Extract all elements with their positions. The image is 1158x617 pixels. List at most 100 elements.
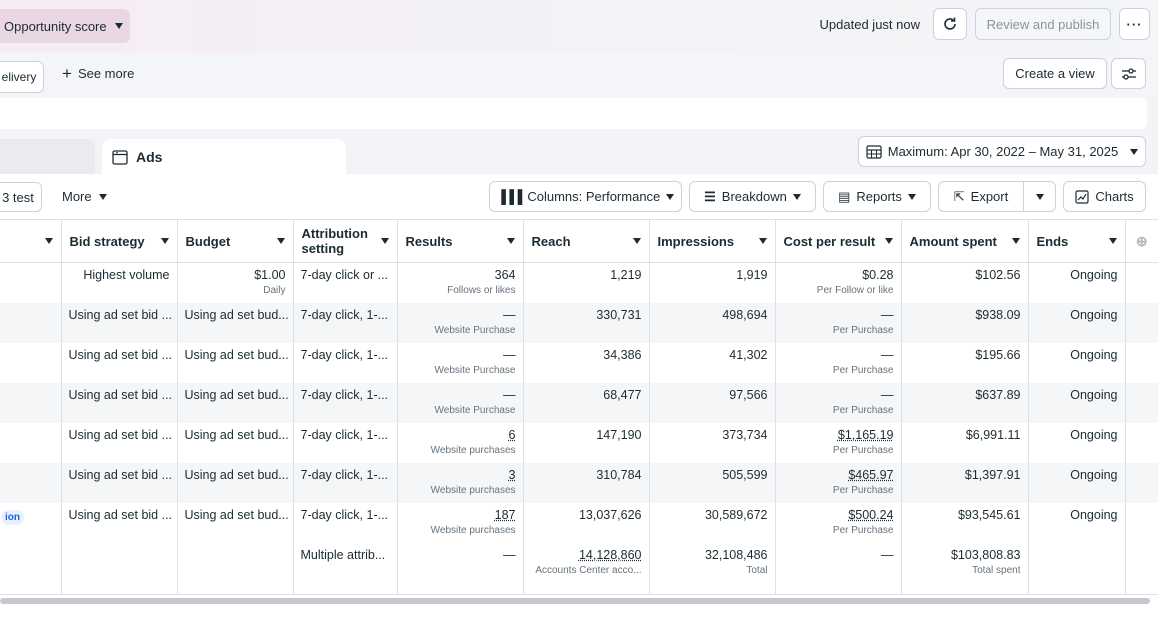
total-amount-spent: $103,808.83 (909, 548, 1021, 562)
table-cell: Ongoing (1028, 303, 1125, 343)
table-row[interactable]: ion Using ad set bid ... Using ad set bud.… (0, 503, 1158, 543)
refresh-icon (942, 16, 958, 32)
attribution-value: 7-day click, 1-... (301, 348, 390, 362)
more-dropdown[interactable]: More (62, 189, 107, 204)
impressions-value: 41,302 (657, 348, 768, 362)
columns-dropdown[interactable]: ▐▐▐ Columns: Performance (489, 181, 682, 212)
date-range-picker[interactable]: Maximum: Apr 30, 2022 – May 31, 2025 (858, 136, 1146, 167)
table-cell: 34,386 (523, 343, 649, 383)
cost-per-result-value: — (783, 308, 894, 322)
table-cell (1125, 343, 1158, 383)
table-cell: 373,734 (649, 423, 775, 463)
column-label: Attribution setting (302, 226, 368, 256)
breakdown-icon: ☰ (704, 189, 716, 205)
table-cell: 1,919 (649, 263, 775, 303)
caret-down-icon (99, 194, 107, 200)
table-row[interactable]: Using ad set bid ... Using ad set bud... 7… (0, 463, 1158, 503)
table-row[interactable]: Using ad set bid ... Using ad set bud... 7… (0, 303, 1158, 343)
table-row[interactable]: Using ad set bid ... Using ad set bud... 7… (0, 383, 1158, 423)
delivery-filter[interactable]: elivery (0, 61, 44, 93)
reach-value: 310,784 (531, 468, 642, 482)
column-header-impressions[interactable]: Impressions (649, 220, 775, 263)
add-column-button[interactable]: ⊕ (1125, 220, 1158, 263)
column-header-cost-per-result[interactable]: Cost per result (775, 220, 901, 263)
table-cell: ion (0, 503, 61, 543)
column-label: Results (406, 234, 453, 249)
table-cell: — Per Purchase (775, 343, 901, 383)
table-cell: 97,566 (649, 383, 775, 423)
attribution-value: 7-day click, 1-... (301, 428, 390, 442)
refresh-button[interactable] (933, 8, 967, 40)
column-label: Ends (1037, 234, 1069, 249)
impressions-value: 373,734 (657, 428, 768, 442)
review-publish-button[interactable]: Review and publish (975, 8, 1111, 40)
reach-value: 147,190 (531, 428, 642, 442)
cost-per-result-type: Per Purchase (783, 405, 894, 416)
caret-down-icon (908, 194, 916, 200)
column-header-amount-spent[interactable]: Amount spent (901, 220, 1028, 263)
search-bar[interactable] (0, 98, 1147, 129)
cost-per-result-type: Per Follow or like (783, 285, 894, 296)
reach-value: 1,219 (531, 268, 642, 282)
see-more-button[interactable]: + See more (62, 66, 134, 81)
calendar-icon (866, 144, 882, 159)
opportunity-score-dropdown[interactable]: Opportunity score (0, 9, 130, 43)
table-cell: $1,397.91 (901, 463, 1028, 503)
updated-status: Updated just now (820, 17, 920, 32)
column-label: Reach (532, 234, 571, 249)
cost-per-result-value: — (783, 388, 894, 402)
table-cell: 6 Website purchases (397, 423, 523, 463)
table-cell: Using ad set bid ... (61, 423, 177, 463)
impressions-value: 1,919 (657, 268, 768, 282)
customize-view-button[interactable] (1111, 58, 1146, 89)
ab-test-button[interactable]: 3 test (0, 182, 42, 212)
tab-ads[interactable]: Ads (102, 139, 346, 175)
reports-dropdown[interactable]: ▤ Reports (823, 181, 931, 212)
create-view-button[interactable]: Create a view (1003, 58, 1107, 89)
export-options-button[interactable] (1023, 181, 1056, 212)
results-value: — (405, 348, 516, 362)
table-cell (61, 543, 177, 595)
amount-spent-value: $1,397.91 (909, 468, 1021, 482)
table-cell: $195.66 (901, 343, 1028, 383)
table-cell: 32,108,486 Total (649, 543, 775, 595)
column-header-ends[interactable]: Ends (1028, 220, 1125, 263)
charts-button[interactable]: Charts (1063, 181, 1146, 212)
table-row[interactable]: Using ad set bid ... Using ad set bud... 7… (0, 423, 1158, 463)
filter-row: elivery Create a view (0, 52, 1158, 98)
results-type: Website purchases (405, 445, 516, 456)
table-row[interactable]: Using ad set bid ... Using ad set bud... 7… (0, 343, 1158, 383)
reach-value: 13,037,626 (531, 508, 642, 522)
column-header-reach[interactable]: Reach (523, 220, 649, 263)
ends-value: Ongoing (1036, 508, 1118, 522)
column-header-name[interactable] (0, 220, 61, 263)
horizontal-scrollbar[interactable] (0, 598, 1150, 604)
caret-down-icon (507, 238, 515, 244)
export-button[interactable]: ⇱ Export (938, 181, 1024, 212)
table-cell: 505,599 (649, 463, 775, 503)
column-header-attribution[interactable]: Attribution setting (293, 220, 397, 263)
results-type: Website Purchase (405, 405, 516, 416)
column-header-budget[interactable]: Budget (177, 220, 293, 263)
cost-per-result-value: $500.24 (783, 508, 894, 522)
budget-value: Using ad set bud... (185, 428, 286, 442)
table-cell: Multiple attrib... (293, 543, 397, 595)
bid-strategy-value: Using ad set bid ... (69, 508, 170, 522)
more-options-button[interactable]: ··· (1119, 8, 1150, 40)
table-cell: Using ad set bud... (177, 463, 293, 503)
column-header-results[interactable]: Results (397, 220, 523, 263)
table-cell: Ongoing (1028, 263, 1125, 303)
reports-label: Reports (856, 189, 902, 204)
table-cell (1125, 543, 1158, 595)
caret-down-icon (161, 238, 169, 244)
tab-ad-sets[interactable] (0, 139, 95, 175)
table-cell (0, 463, 61, 503)
table-row[interactable]: Highest volume $1.00 Daily 7-day click or .… (0, 263, 1158, 303)
ends-value: Ongoing (1036, 388, 1118, 402)
column-header-bid-strategy[interactable]: Bid strategy (61, 220, 177, 263)
impressions-value: 30,589,672 (657, 508, 768, 522)
table-header-row: Bid strategy Budget Attribution setting … (0, 220, 1158, 263)
breakdown-dropdown[interactable]: ☰ Breakdown (689, 181, 816, 212)
bid-strategy-value: Highest volume (69, 268, 170, 282)
ads-icon (112, 150, 128, 165)
